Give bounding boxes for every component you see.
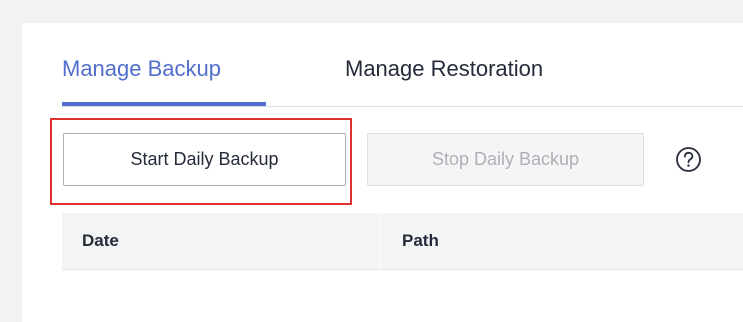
backup-panel: Manage Backup Manage Restoration Start D… <box>22 23 743 322</box>
column-header-date: Date <box>82 231 119 250</box>
tabs-divider <box>62 106 743 107</box>
column-separator <box>380 213 381 269</box>
tab-manage-backup[interactable]: Manage Backup <box>62 45 221 93</box>
tab-bar: Manage Backup Manage Restoration <box>62 45 743 107</box>
tab-manage-restoration[interactable]: Manage Restoration <box>345 45 543 93</box>
table-header: Date Path <box>62 213 743 270</box>
start-daily-backup-button[interactable]: Start Daily Backup <box>63 133 346 186</box>
question-circle-icon[interactable] <box>675 146 702 173</box>
stop-daily-backup-button[interactable]: Stop Daily Backup <box>367 133 644 186</box>
column-header-path: Path <box>402 231 439 250</box>
